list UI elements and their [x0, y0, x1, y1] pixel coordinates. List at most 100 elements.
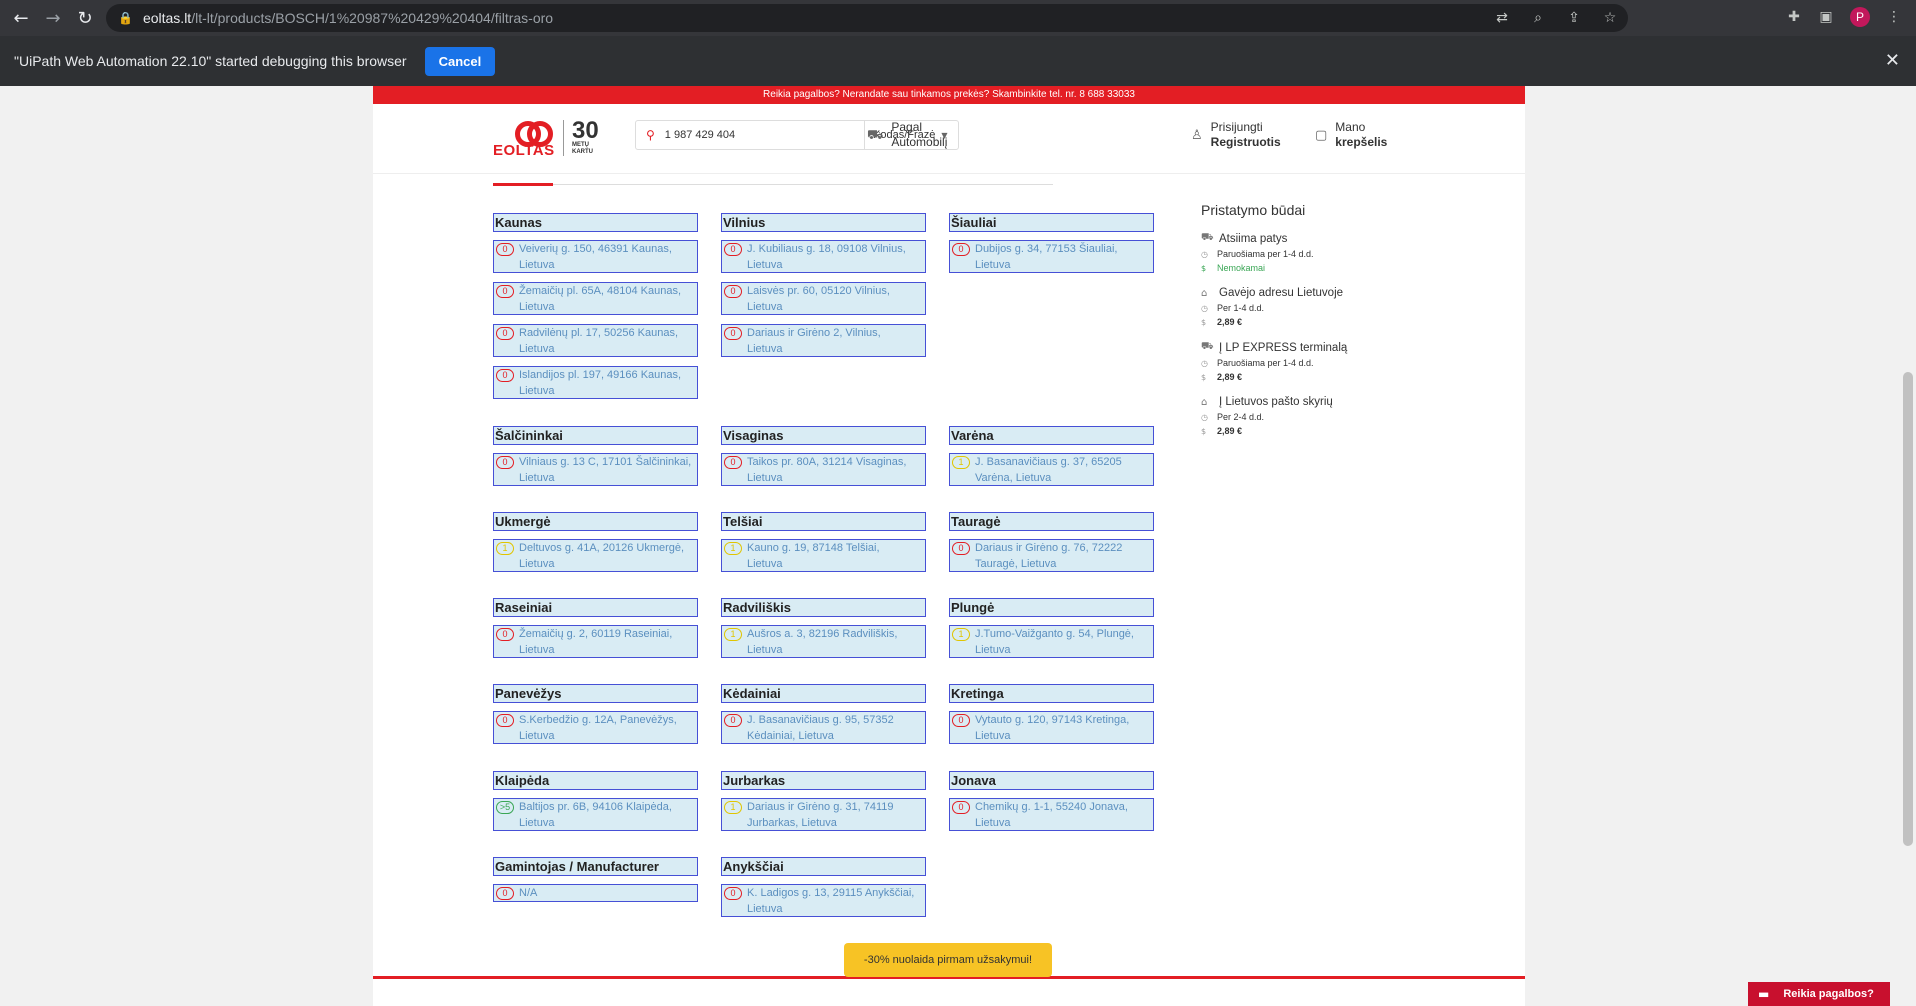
stock-badge: 0: [724, 714, 742, 727]
city-heading: Anykščiai: [721, 857, 926, 876]
city-block: Panevėžys 0 S.Kerbedžio g. 12A, Panevėžys…: [493, 684, 698, 744]
store-item[interactable]: 0 Vilniaus g. 13 C, 17101 Šalčininkai, Lie…: [493, 453, 698, 486]
zoom-icon[interactable]: ⌕: [1530, 10, 1546, 26]
store-item[interactable]: 0 Chemikų g. 1-1, 55240 Jonava, Lietuva: [949, 798, 1154, 831]
car-line-2: Automobilį: [891, 135, 948, 149]
store-item[interactable]: 1 J. Basanavičiaus g. 37, 65205 Varėna, Li…: [949, 453, 1154, 486]
store-item[interactable]: 1 Aušros a. 3, 82196 Radviliškis, Lietuva: [721, 625, 926, 658]
stock-badge: 0: [952, 243, 970, 256]
store-address-line1: J. Kubiliaus g. 18, 09108 Vilnius,: [747, 243, 906, 255]
address-bar[interactable]: 🔒 eoltas.lt/lt-lt/products/BOSCH/1%20987…: [106, 4, 1628, 32]
store-item[interactable]: 0 K. Ladigos g. 13, 29115 Anykščiai, Lietu…: [721, 884, 926, 917]
stock-badge: 0: [724, 243, 742, 256]
stock-badge: 0: [724, 327, 742, 340]
share-icon[interactable]: ⇪: [1566, 10, 1582, 26]
store-item[interactable]: 1 J.Tumo-Vaižganto g. 54, Plungė, Lietuva: [949, 625, 1154, 658]
search-icon[interactable]: ⚲: [646, 128, 655, 142]
site-logo[interactable]: EOLTAS 30 METŲ KARTU: [493, 117, 599, 160]
extensions-icon[interactable]: ✚: [1786, 9, 1802, 25]
city-block: Vilnius 0 J. Kubiliaus g. 18, 09108 Vilni…: [721, 213, 926, 357]
login-link[interactable]: ♙ Prisijungti Registruotis: [1191, 120, 1281, 150]
delivery-option-time: Per 1-4 d.d.: [1217, 303, 1265, 313]
store-address-line1: Deltuvos g. 41A, 20126 Ukmergė,: [519, 542, 685, 554]
store-item[interactable]: 0 Žemaičių pl. 65A, 48104 Kaunas, Lietuva: [493, 282, 698, 315]
side-panel-icon[interactable]: ▣: [1818, 9, 1834, 25]
store-item[interactable]: 0 Vytauto g. 120, 97143 Kretinga, Lietuva: [949, 711, 1154, 744]
store-item[interactable]: 0 J. Basanavičiaus g. 95, 57352 Kėdainiai,…: [721, 711, 926, 744]
cart-line-2: krepšelis: [1335, 135, 1388, 149]
store-item[interactable]: 1 Kauno g. 19, 87148 Telšiai, Lietuva: [721, 539, 926, 572]
menu-kebab-icon[interactable]: ⋮: [1886, 9, 1902, 25]
url-path: /lt-lt/products/BOSCH/1%20987%20429%2040…: [191, 10, 554, 26]
clock-icon: ◷: [1201, 358, 1208, 368]
store-item[interactable]: >5 Baltijos pr. 6B, 94106 Klaipėda, Lietuv…: [493, 798, 698, 831]
city-block: Jurbarkas 1 Dariaus ir Girėno g. 31, 7411…: [721, 771, 926, 831]
search-input[interactable]: 1 987 429 404: [665, 129, 864, 141]
scrollbar[interactable]: [1900, 86, 1916, 1006]
login-line-1: Prisijungti: [1210, 120, 1263, 134]
home-icon: ⌂: [1201, 287, 1208, 299]
stock-badge: 0: [952, 801, 970, 814]
store-address-line2: Lietuva: [519, 343, 555, 355]
store-address-line2: Lietuva: [519, 259, 555, 271]
city-block: Plungė 1 J.Tumo-Vaižganto g. 54, Plungė, L…: [949, 598, 1154, 658]
forward-icon[interactable]: →: [42, 7, 64, 29]
delivery-option-time: Paruošiama per 1-4 d.d.: [1217, 358, 1314, 368]
lock-icon: 🔒: [118, 11, 133, 25]
store-address-line2: Lietuva: [747, 558, 783, 570]
by-car-link[interactable]: ⛟ Pagal Automobilį: [867, 120, 947, 150]
city-block: Kaunas 0 Veiverių g. 150, 46391 Kaunas, Li…: [493, 213, 698, 399]
logo-years: 30: [572, 117, 599, 144]
store-item[interactable]: 0 J. Kubiliaus g. 18, 09108 Vilnius, Lietu…: [721, 240, 926, 273]
stock-badge: 1: [496, 542, 514, 555]
city-block: Kretinga 0 Vytauto g. 120, 97143 Kretinga…: [949, 684, 1154, 744]
store-item[interactable]: 0 Dariaus ir Girėno g. 76, 72222 Tauragė, …: [949, 539, 1154, 572]
chat-icon: ▬: [1758, 987, 1770, 1001]
close-icon[interactable]: ✕: [1885, 50, 1900, 71]
store-address-line2: Lietuva: [975, 644, 1011, 656]
store-item[interactable]: 0 S.Kerbedžio g. 12A, Panevėžys, Lietuva: [493, 711, 698, 744]
promo-banner[interactable]: -30% nuolaida pirmam užsakymui!: [844, 943, 1052, 977]
home-icon: ⌂: [1201, 396, 1208, 408]
store-item[interactable]: 0 Dubijos g. 34, 77153 Šiauliai, Lietuva: [949, 240, 1154, 273]
store-item[interactable]: 0 Laisvės pr. 60, 05120 Vilnius, Lietuva: [721, 282, 926, 315]
store-item[interactable]: 1 Deltuvos g. 41A, 20126 Ukmergė, Lietuva: [493, 539, 698, 572]
city-block: Ukmergė 1 Deltuvos g. 41A, 20126 Ukmergė,…: [493, 512, 698, 572]
stock-badge: 1: [952, 628, 970, 641]
store-address-line2: Kėdainiai, Lietuva: [747, 730, 834, 742]
store-item[interactable]: 1 Dariaus ir Girėno g. 31, 74119 Jurbarkas…: [721, 798, 926, 831]
city-heading: Kėdainiai: [721, 684, 926, 703]
clock-icon: ◷: [1201, 249, 1208, 259]
store-address-line1: Dariaus ir Girėno g. 76, 72222: [975, 542, 1123, 554]
store-item[interactable]: 0 N/A: [493, 884, 698, 902]
stock-badge: 0: [496, 327, 514, 340]
stock-badge: 0: [724, 887, 742, 900]
scrollbar-thumb[interactable]: [1903, 372, 1913, 846]
bookmark-star-icon[interactable]: ☆: [1602, 10, 1618, 26]
store-item[interactable]: 0 Veiverių g. 150, 46391 Kaunas, Lietuva: [493, 240, 698, 273]
site-content: Reikia pagalbos? Nerandate sau tinkamos …: [373, 86, 1525, 1006]
store-address-line1: Vilniaus g. 13 C, 17101 Šalčininkai,: [519, 456, 692, 468]
store-item[interactable]: 0 Žemaičių g. 2, 60119 Raseiniai, Lietuva: [493, 625, 698, 658]
delivery-option-time: Paruošiama per 1-4 d.d.: [1217, 249, 1314, 259]
help-chat-button[interactable]: ▬ Reikia pagalbos?: [1748, 982, 1890, 1006]
reload-icon[interactable]: ↻: [74, 7, 96, 29]
city-block: Šalčininkai 0 Vilniaus g. 13 C, 17101 Šal…: [493, 426, 698, 486]
store-item[interactable]: 0 Radvilėnų pl. 17, 50256 Kaunas, Lietuva: [493, 324, 698, 357]
back-icon[interactable]: ←: [10, 7, 32, 29]
city-block: Radviliškis 1 Aušros a. 3, 82196 Radviliš…: [721, 598, 926, 658]
store-item[interactable]: 0 Islandijos pl. 197, 49166 Kaunas, Lietuv…: [493, 366, 698, 399]
store-item[interactable]: 0 Dariaus ir Girėno 2, Vilnius, Lietuva: [721, 324, 926, 357]
cancel-button[interactable]: Cancel: [424, 46, 496, 76]
profile-avatar[interactable]: P: [1850, 7, 1870, 27]
store-address-line1: S.Kerbedžio g. 12A, Panevėžys,: [519, 714, 677, 726]
dollar-icon: $: [1201, 317, 1207, 327]
translate-icon[interactable]: ⇄: [1494, 10, 1510, 26]
delivery-option: ⛟ Atsiima patys ◷ Paruošiama per 1-4 d.d. …: [1201, 232, 1401, 273]
store-address-line1: Vytauto g. 120, 97143 Kretinga,: [975, 714, 1130, 726]
city-block: Visaginas 0 Taikos pr. 80A, 31214 Visagin…: [721, 426, 926, 486]
store-address-line1: Žemaičių pl. 65A, 48104 Kaunas,: [519, 285, 682, 297]
stock-badge: 0: [724, 285, 742, 298]
cart-link[interactable]: ▢ Mano krepšelis: [1315, 120, 1387, 150]
store-item[interactable]: 0 Taikos pr. 80A, 31214 Visaginas, Lietuva: [721, 453, 926, 486]
